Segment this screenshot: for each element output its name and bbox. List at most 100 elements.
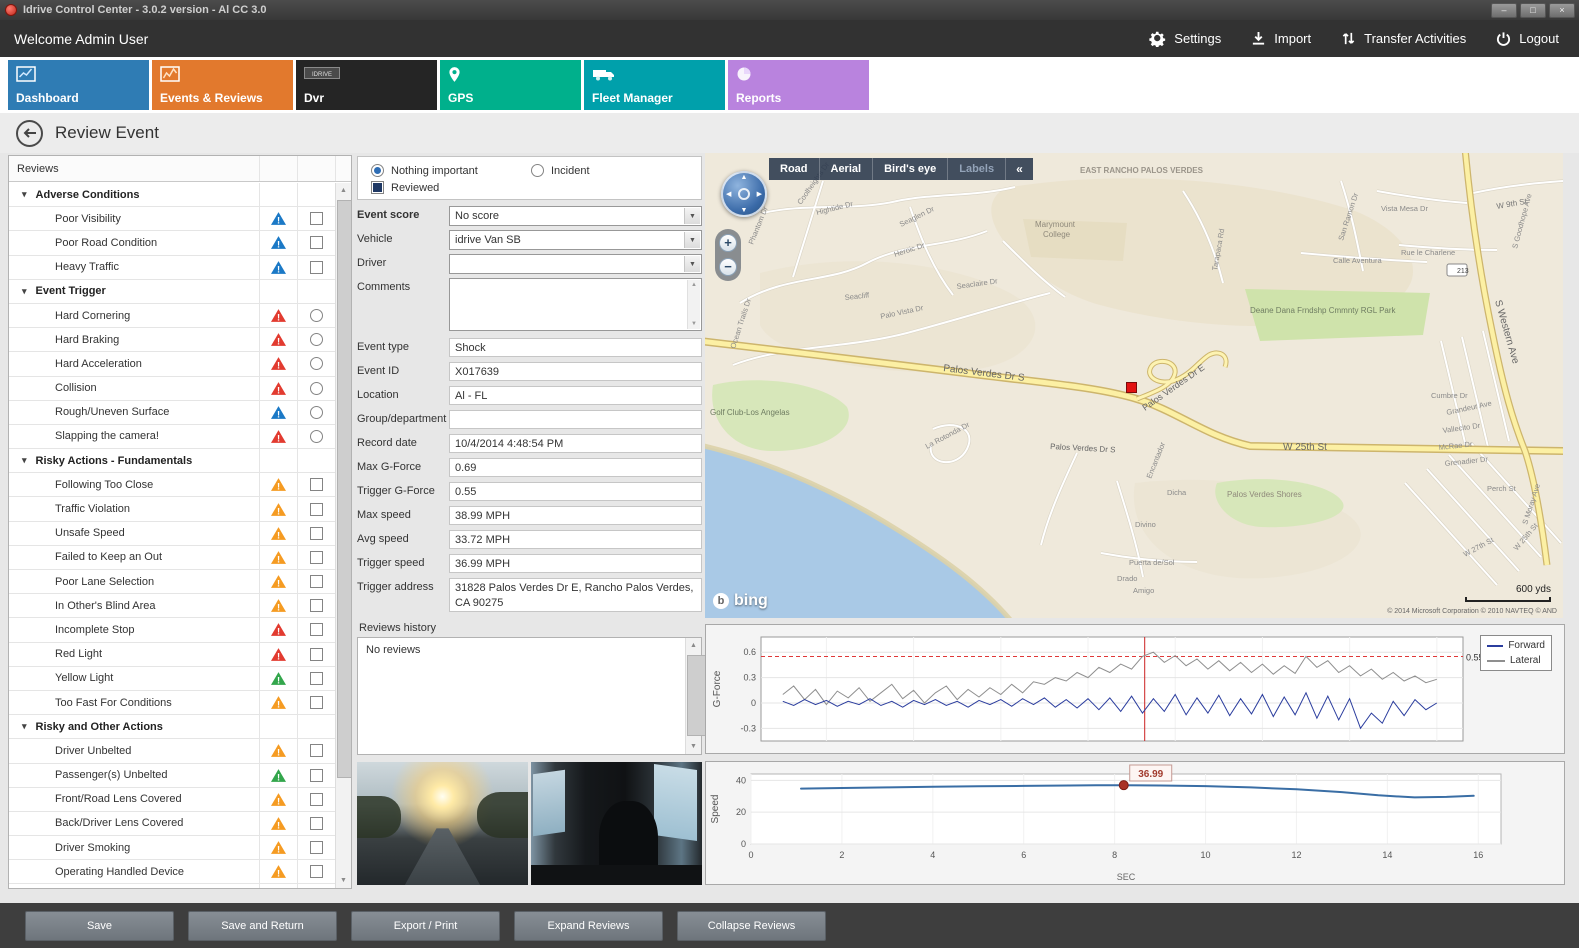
tab-reports[interactable]: Reports (728, 60, 869, 110)
tree-item-heavy-traffic[interactable]: Heavy Traffic! (9, 256, 335, 280)
topbar-action-logout[interactable]: Logout (1496, 31, 1559, 46)
map-toolbar-collapse-button[interactable]: « (1005, 158, 1033, 180)
tree-item-driver-unbelted[interactable]: Driver Unbelted! (9, 739, 335, 763)
tab-fleet-manager[interactable]: Fleet Manager (584, 60, 725, 110)
checkbox[interactable] (310, 841, 323, 854)
tab-dashboard[interactable]: Dashboard (8, 60, 149, 110)
tree-item-traffic-violation[interactable]: Traffic Violation! (9, 497, 335, 521)
event-type-field[interactable]: Shock (449, 338, 702, 357)
avg-speed-field[interactable]: 33.72 MPH (449, 530, 702, 549)
expand-reviews-button[interactable]: Expand Reviews (514, 911, 663, 941)
tree-item-poor-visibility[interactable]: Poor Visibility! (9, 207, 335, 231)
checkbox[interactable] (371, 181, 384, 194)
tab-dvr[interactable]: IDRIVEDvr (296, 60, 437, 110)
radio-button[interactable] (310, 430, 323, 443)
tab-events-reviews[interactable]: Events & Reviews (152, 60, 293, 110)
topbar-action-transfer-activities[interactable]: Transfer Activities (1341, 31, 1466, 46)
close-button[interactable]: × (1549, 3, 1575, 18)
checkbox[interactable] (310, 769, 323, 782)
tree-item-collision[interactable]: Collision! (9, 377, 335, 401)
tree-item-item[interactable]: ! (9, 884, 335, 888)
save-and-return-button[interactable]: Save and Return (188, 911, 337, 941)
event-location-marker[interactable] (1126, 382, 1137, 393)
gforce-chart[interactable]: -0.300.30.60.55G-Force (706, 625, 1564, 753)
tree-item-poor-lane-selection[interactable]: Poor Lane Selection! (9, 570, 335, 594)
tree-group-event-trigger[interactable]: ▾Event Trigger (9, 280, 335, 304)
checkbox[interactable] (310, 212, 323, 225)
comments-textarea[interactable]: ▲▼ (449, 278, 702, 331)
classification-nothing-important[interactable]: Nothing important (371, 162, 531, 179)
tree-item-incomplete-stop[interactable]: Incomplete Stop! (9, 618, 335, 642)
tree-item-hard-acceleration[interactable]: Hard Acceleration! (9, 352, 335, 376)
minimize-button[interactable]: – (1491, 3, 1517, 18)
camera-cabin-thumbnail[interactable] (531, 762, 702, 885)
tree-item-too-fast-for-conditions[interactable]: Too Fast For Conditions! (9, 691, 335, 715)
checkbox[interactable] (310, 865, 323, 878)
tree-item-failed-to-keep-an-out[interactable]: Failed to Keep an Out! (9, 546, 335, 570)
map-view-road[interactable]: Road (769, 158, 819, 180)
tree-item-hard-cornering[interactable]: Hard Cornering! (9, 304, 335, 328)
map-view-labels[interactable]: Labels (947, 158, 1005, 180)
tree-item-red-light[interactable]: Red Light! (9, 643, 335, 667)
zoom-in-button[interactable]: + (719, 234, 737, 252)
tree-group-adverse-conditions[interactable]: ▾Adverse Conditions (9, 183, 335, 207)
checkbox[interactable] (310, 793, 323, 806)
tree-item-rough-uneven-surface[interactable]: Rough/Uneven Surface! (9, 401, 335, 425)
zoom-out-button[interactable]: − (719, 258, 737, 276)
tree-item-slapping-the-camera[interactable]: Slapping the camera!! (9, 425, 335, 449)
radio-button[interactable] (310, 406, 323, 419)
checkbox[interactable] (310, 575, 323, 588)
checkbox[interactable] (310, 648, 323, 661)
map-panel[interactable]: EAST RANCHO PALOS VERDESMarymountCollege… (705, 153, 1563, 618)
radio-button[interactable] (531, 164, 544, 177)
event-id-field[interactable]: X017639 (449, 362, 702, 381)
tree-item-passenger-s-unbelted[interactable]: Passenger(s) Unbelted! (9, 764, 335, 788)
expander-icon[interactable]: ▾ (22, 286, 27, 297)
group-department-field[interactable] (449, 410, 702, 429)
collapse-reviews-button[interactable]: Collapse Reviews (677, 911, 826, 941)
tree-item-following-too-close[interactable]: Following Too Close! (9, 473, 335, 497)
tree-item-back-driver-lens-covered[interactable]: Back/Driver Lens Covered! (9, 812, 335, 836)
checkbox[interactable] (310, 478, 323, 491)
radio-button[interactable] (310, 309, 323, 322)
trigger-speed-field[interactable]: 36.99 MPH (449, 554, 702, 573)
trigger-address-field[interactable]: 31828 Palos Verdes Dr E, Rancho Palos Ve… (449, 578, 702, 612)
tree-group-risky-actions-fundamentals[interactable]: ▾Risky Actions - Fundamentals (9, 449, 335, 473)
tab-gps[interactable]: GPS (440, 60, 581, 110)
topbar-action-settings[interactable]: Settings (1149, 30, 1221, 47)
event-score-select[interactable]: No score▼ (449, 206, 702, 226)
camera-front-thumbnail[interactable] (357, 762, 528, 885)
scroll-up-icon[interactable]: ▲ (336, 183, 351, 198)
checkbox[interactable] (310, 261, 323, 274)
expander-icon[interactable]: ▾ (22, 455, 27, 466)
reviews-tree-scrollbar[interactable]: ▲ ▼ (335, 183, 351, 888)
textarea-scrollbar[interactable]: ▲▼ (687, 280, 700, 329)
radio-button[interactable] (310, 382, 323, 395)
tree-item-driver-smoking[interactable]: Driver Smoking! (9, 836, 335, 860)
classification-incident[interactable]: Incident (531, 162, 701, 179)
map-view-bird-s-eye[interactable]: Bird's eye (872, 158, 947, 180)
expander-icon[interactable]: ▾ (22, 189, 27, 200)
tree-item-hard-braking[interactable]: Hard Braking! (9, 328, 335, 352)
trigger-g-force-field[interactable]: 0.55 (449, 482, 702, 501)
tree-item-unsafe-speed[interactable]: Unsafe Speed! (9, 522, 335, 546)
radio-button[interactable] (371, 164, 384, 177)
checkbox[interactable] (310, 817, 323, 830)
checkbox[interactable] (310, 623, 323, 636)
speed-chart[interactable]: 02468101214160204036.99SECSpeed (706, 762, 1564, 884)
save-button[interactable]: Save (25, 911, 174, 941)
radio-button[interactable] (310, 357, 323, 370)
tree-group-risky-and-other-actions[interactable]: ▾Risky and Other Actions (9, 715, 335, 739)
max-g-force-field[interactable]: 0.69 (449, 458, 702, 477)
max-speed-field[interactable]: 38.99 MPH (449, 506, 702, 525)
tree-item-yellow-light[interactable]: Yellow Light! (9, 667, 335, 691)
tree-item-operating-handled-device[interactable]: Operating Handled Device! (9, 860, 335, 884)
radio-button[interactable] (310, 333, 323, 346)
reviews-history-scrollbar[interactable]: ▲ ▼ (685, 638, 701, 754)
expander-icon[interactable]: ▾ (22, 721, 27, 732)
checkbox[interactable] (310, 599, 323, 612)
classification-reviewed[interactable]: Reviewed (371, 179, 531, 196)
topbar-action-import[interactable]: Import (1251, 31, 1311, 46)
checkbox[interactable] (310, 672, 323, 685)
maximize-button[interactable]: □ (1520, 3, 1546, 18)
